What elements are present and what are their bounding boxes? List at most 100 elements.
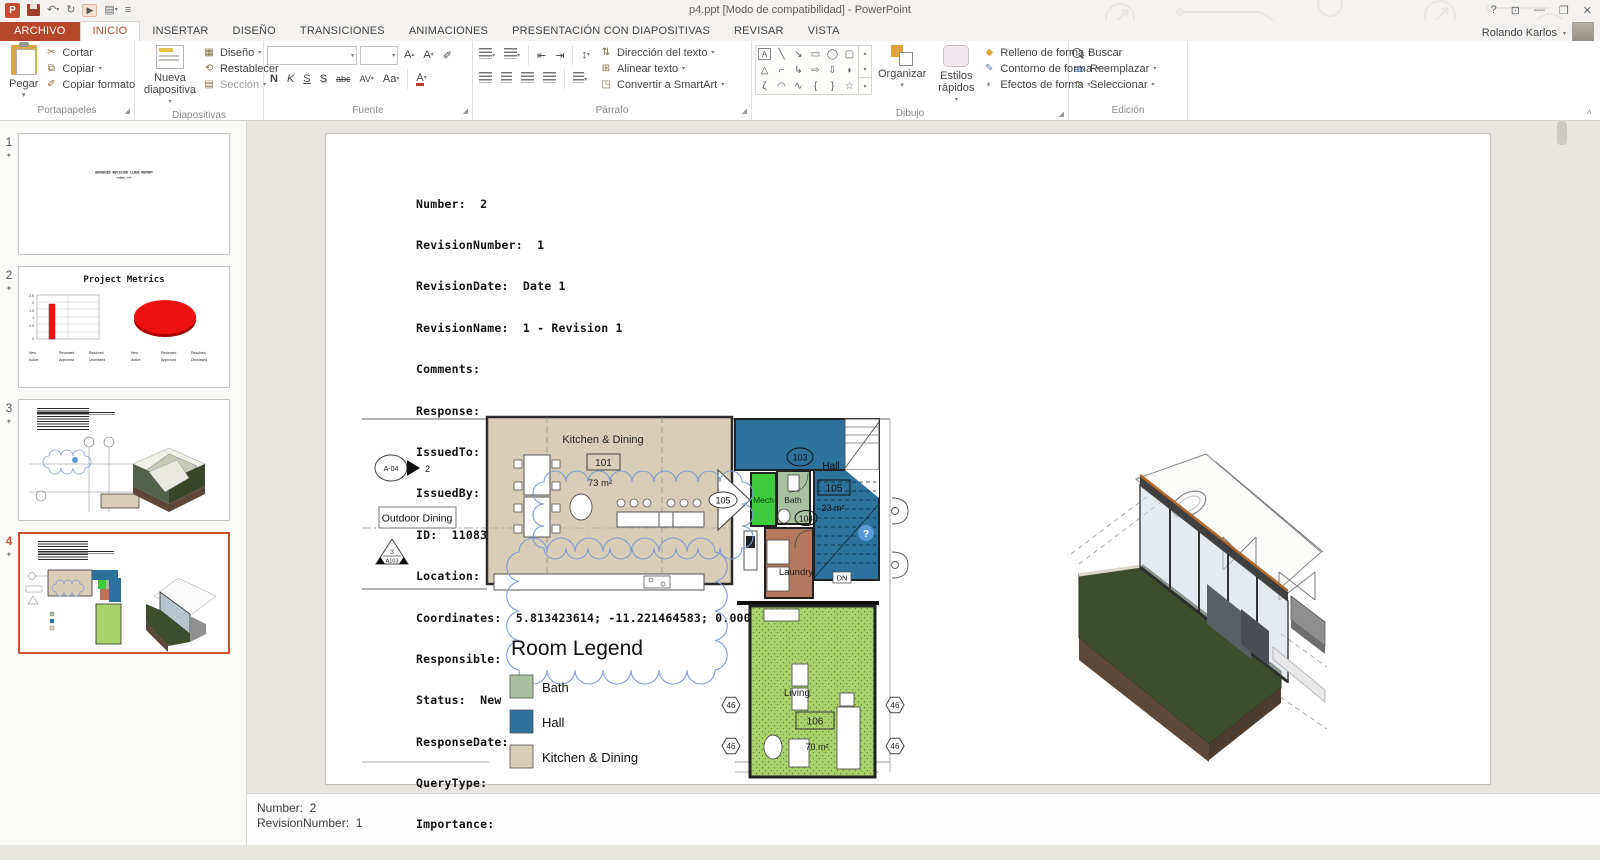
tab-transiciones[interactable]: TRANSICIONES — [288, 22, 397, 41]
new-slide-button[interactable]: Nuevadiapositiva ▾ — [138, 43, 202, 110]
shape-arc-icon[interactable]: ◠ — [773, 78, 790, 94]
font-color-button[interactable]: A▾ — [413, 71, 429, 87]
close-icon[interactable]: ✕ — [1583, 4, 1592, 17]
shrink-font-button[interactable]: A▾ — [420, 48, 436, 62]
shape-down-arrow-icon[interactable]: ⇩ — [824, 62, 841, 78]
thumbnail-slide-4-selected[interactable]: 4✦ — [0, 532, 246, 654]
shape-chord-icon[interactable]: ◗ — [841, 62, 858, 78]
field-revision-date: RevisionDate: Date 1 — [416, 280, 794, 294]
find-button[interactable]: Buscar — [1072, 46, 1156, 60]
underline-button[interactable]: S — [300, 72, 313, 86]
shape-rectangle-icon[interactable]: ▭ — [807, 46, 824, 62]
dialog-launcher-icon[interactable]: ◢ — [742, 107, 747, 115]
justify-button[interactable] — [540, 71, 559, 87]
redo-icon[interactable]: ↻ — [66, 3, 75, 17]
decrease-indent-icon[interactable]: ⇤ — [534, 48, 549, 63]
collapse-ribbon-icon[interactable]: ˄ — [1587, 107, 1592, 117]
tab-inicio[interactable]: INICIO — [80, 21, 141, 41]
undo-icon[interactable]: ↶▾ — [47, 3, 59, 17]
shape-arrow-icon[interactable]: ↘ — [790, 46, 807, 62]
shape-elbow-arrow-icon[interactable]: ↳ — [790, 62, 807, 78]
cut-button[interactable]: ✂Cortar — [44, 46, 135, 60]
select-button[interactable]: ↖Seleccionar▾ — [1072, 78, 1156, 92]
shapes-gallery[interactable]: A ╲ ↘ ▭ ◯ ▢ △ ⌐ ↳ ⇨ ⇩ ◗ ζ ◠ ∿ — [755, 45, 872, 95]
character-spacing-button[interactable]: AV▾ — [357, 73, 377, 85]
tab-vista[interactable]: VISTA — [796, 22, 852, 41]
shape-star-icon[interactable]: ☆ — [841, 78, 858, 94]
shapes-scroll-up-icon[interactable]: ▴ — [859, 46, 871, 62]
dialog-launcher-icon[interactable]: ◢ — [125, 107, 130, 115]
shape-right-arrow-icon[interactable]: ⇨ — [807, 62, 824, 78]
start-slideshow-icon[interactable]: ▶ — [82, 4, 97, 17]
ribbon-options-icon[interactable]: ⊡ — [1511, 4, 1520, 17]
dialog-launcher-icon[interactable]: ◢ — [463, 107, 468, 115]
increase-indent-icon[interactable]: ⇥ — [552, 48, 567, 63]
svg-text:105: 105 — [715, 496, 730, 506]
align-right-button[interactable] — [518, 71, 537, 87]
font-name-combobox[interactable]: ▾ — [267, 46, 357, 65]
arrange-button[interactable]: Organizar ▾ — [872, 43, 932, 94]
thumbnail-slide-2[interactable]: 2✦ Project Metrics 2.5 2 1.5 1 0.5 — [0, 266, 246, 388]
shape-curve-icon[interactable]: ∿ — [790, 78, 807, 94]
animation-star-icon: ✦ — [0, 550, 18, 559]
tab-presentacion[interactable]: PRESENTACIÓN CON DIAPOSITIVAS — [500, 22, 722, 41]
tab-animaciones[interactable]: ANIMACIONES — [397, 22, 500, 41]
save-icon[interactable] — [27, 4, 40, 16]
font-size-combobox[interactable]: ▾ — [360, 46, 398, 65]
svg-text:46: 46 — [727, 701, 736, 710]
tab-diseno[interactable]: DISEÑO — [221, 22, 288, 41]
svg-text:A-04: A-04 — [384, 466, 399, 473]
grow-font-button[interactable]: A▴ — [401, 48, 417, 62]
shadow-button[interactable]: S — [317, 72, 330, 86]
bold-button[interactable]: N — [267, 72, 281, 86]
shape-rounded-rect-icon[interactable]: ▢ — [841, 46, 858, 62]
text-direction-button[interactable]: ⇅Dirección del texto▾ — [599, 46, 724, 60]
shape-elbow-icon[interactable]: ⌐ — [773, 62, 790, 78]
thumbnail-slide-3[interactable]: 3✦ — [0, 399, 246, 521]
tab-revisar[interactable]: REVISAR — [722, 22, 796, 41]
vertical-scrollbar[interactable] — [1557, 121, 1567, 793]
3d-view-image[interactable] — [1041, 434, 1331, 764]
shape-line-icon[interactable]: ╲ — [773, 46, 790, 62]
clear-formatting-button[interactable]: ✐ — [440, 48, 455, 63]
line-spacing-button[interactable]: ↕▾ — [578, 48, 593, 62]
shape-right-brace-icon[interactable]: } — [824, 78, 841, 94]
new-slide-qat-icon[interactable]: ▤▾ — [104, 3, 117, 17]
text-direction-icon: ⇅ — [599, 46, 613, 60]
dialog-launcher-icon[interactable]: ◢ — [1059, 110, 1064, 118]
slide-canvas-area[interactable]: Number: 2 RevisionNumber: 1 RevisionDate… — [247, 121, 1600, 793]
copy-button[interactable]: ⧉Copiar▾ — [44, 62, 135, 76]
smartart-button[interactable]: ◳Convertir a SmartArt▾ — [599, 78, 724, 92]
floor-plan-image[interactable]: 105 — [359, 412, 919, 784]
shapes-more-icon[interactable]: ▾ — [859, 77, 871, 94]
shape-textbox-icon[interactable]: A — [758, 48, 771, 60]
customize-qat-icon[interactable]: ≡ — [125, 3, 131, 17]
format-painter-button[interactable]: ✐Copiar formato — [44, 78, 135, 92]
shape-left-brace-icon[interactable]: { — [807, 78, 824, 94]
slide-4-canvas[interactable]: Number: 2 RevisionNumber: 1 RevisionDate… — [325, 133, 1491, 785]
minimize-icon[interactable]: — — [1534, 4, 1545, 16]
bullets-button[interactable]: ▾ — [476, 47, 498, 63]
tab-insertar[interactable]: INSERTAR — [140, 22, 220, 41]
thumbnail-slide-1[interactable]: 1✦ ADVANCED REVISION CLOUD REPORT rubee.… — [0, 133, 246, 255]
quick-styles-button[interactable]: Estilosrápidos ▾ — [932, 43, 980, 108]
scrollbar-thumb[interactable] — [1557, 121, 1567, 145]
strikethrough-button[interactable]: abc — [333, 73, 354, 85]
search-icon — [1072, 48, 1082, 58]
numbering-button[interactable]: ▾ — [501, 47, 523, 63]
shape-oval-icon[interactable]: ◯ — [824, 46, 841, 62]
align-center-button[interactable] — [498, 71, 515, 87]
columns-button[interactable]: ▾ — [570, 71, 590, 87]
shape-freeform-icon[interactable]: ζ — [756, 78, 773, 94]
restore-icon[interactable]: ❐ — [1559, 4, 1569, 17]
italic-button[interactable]: K — [284, 72, 297, 86]
shapes-scroll-down-icon[interactable]: ▾ — [859, 62, 871, 78]
align-text-button[interactable]: ⊞Alinear texto▾ — [599, 62, 724, 76]
shape-triangle-icon[interactable]: △ — [756, 62, 773, 78]
change-case-button[interactable]: Aa▾ — [380, 72, 402, 86]
align-left-button[interactable] — [476, 71, 495, 87]
help-icon[interactable]: ? — [1491, 4, 1497, 16]
paste-button[interactable]: Pegar ▾ — [3, 43, 44, 104]
tab-archivo[interactable]: ARCHIVO — [0, 22, 80, 41]
replace-button[interactable]: abReemplazar▾ — [1072, 62, 1156, 76]
